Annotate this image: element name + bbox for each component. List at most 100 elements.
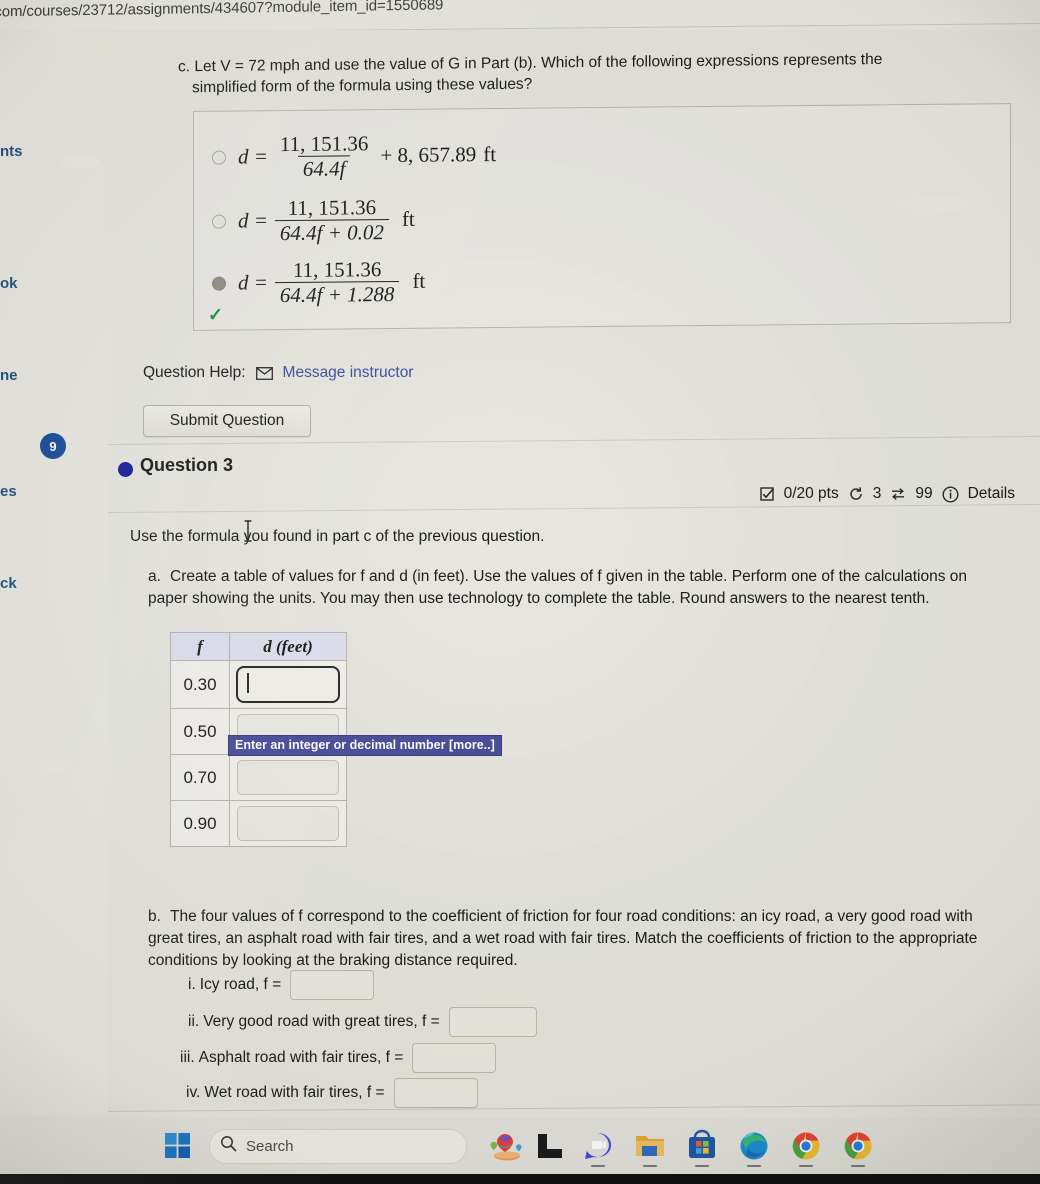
question-help-label: Question Help: — [143, 364, 246, 381]
start-icon[interactable] — [165, 1133, 191, 1159]
url-bar-divider — [0, 23, 1040, 30]
question-status-dot-icon — [118, 462, 133, 477]
info-icon[interactable] — [942, 485, 959, 503]
table-cell-d-3[interactable] — [229, 754, 347, 801]
option-2-denominator: 64.4f + 0.02 — [274, 219, 389, 245]
table-cell-f-2: 0.50 — [170, 708, 230, 755]
option-3-fraction: 11, 151.36 64.4f + 1.288 — [274, 257, 400, 307]
sub-item-iii: iii. Asphalt road with fair tires, f = — [180, 1043, 497, 1073]
submit-question-button[interactable]: Submit Question — [143, 405, 311, 437]
answer-option-1[interactable]: d = 11, 151.36 64.4f + 8, 657.89 ft — [212, 131, 496, 181]
correct-answer-check-icon: ✓ — [208, 304, 224, 325]
sub-item-i: i. Icy road, f = — [188, 970, 375, 1000]
table-cell-f-4: 0.90 — [170, 800, 230, 847]
sub-item-i-input[interactable] — [290, 970, 375, 1000]
table-header-d: d (feet) — [229, 632, 347, 661]
chrome-icon[interactable] — [789, 1129, 823, 1167]
question-3-retries: 99 — [915, 485, 933, 502]
option-1-suffix: + 8, 657.89 — [380, 142, 477, 168]
answer-option-3[interactable]: d = 11, 151.36 64.4f + 1.288 ft — [212, 257, 426, 307]
sub-item-iv: iv. Wet road with fair tires, f = — [186, 1078, 478, 1108]
weather-widget-icon[interactable] — [485, 1129, 522, 1163]
question-3-intro: Use the formula you found in part c of t… — [130, 528, 545, 545]
retries-swap-icon — [890, 486, 906, 502]
part-a-block: a. Create a table of values for f and d … — [148, 566, 988, 609]
course-sidebar: nts ok ne 9 es ck — [0, 30, 108, 1114]
edge-icon[interactable] — [737, 1129, 771, 1167]
question-3-meta: 0/20 pts 3 99 Details — [759, 485, 1015, 503]
microsoft-store-icon[interactable] — [685, 1129, 719, 1167]
url-text: e.com/courses/23712/assignments/434607?m… — [0, 0, 444, 21]
screen-photo: e.com/courses/23712/assignments/434607?m… — [0, 0, 1040, 1184]
option-3-numerator: 11, 151.36 — [292, 257, 382, 282]
sub-item-iii-input[interactable] — [412, 1043, 497, 1073]
option-1-unit: ft — [483, 142, 497, 167]
table-row: 0.90 — [170, 800, 347, 847]
option-2-fraction: 11, 151.36 64.4f + 0.02 — [274, 195, 389, 245]
app-l-icon[interactable] — [537, 1133, 563, 1159]
table-row: 0.70 — [170, 754, 347, 801]
option-3-unit: ft — [412, 268, 426, 294]
option-1-numerator: 11, 151.36 — [279, 131, 369, 157]
sidebar-item-grades[interactable]: es — [0, 483, 17, 500]
part-c-prompt-line1: Let V = 72 mph and use the value of G in… — [194, 50, 883, 76]
chrome-icon-2[interactable] — [841, 1129, 875, 1167]
sidebar-notification-badge[interactable]: 9 — [40, 433, 66, 459]
sidebar-item-book[interactable]: ok — [0, 275, 18, 292]
d-input-row-4[interactable] — [237, 806, 339, 841]
sub-item-iii-label: Asphalt road with fair tires, f = — [198, 1049, 404, 1066]
sub-item-ii-input[interactable] — [448, 1007, 537, 1037]
d-input-row-3[interactable] — [237, 760, 339, 795]
sidebar-item-feedback[interactable]: ck — [0, 575, 17, 592]
radio-button-option-1[interactable] — [212, 150, 226, 165]
text-caret — [247, 673, 249, 693]
file-explorer-icon[interactable] — [633, 1129, 667, 1167]
option-1-denominator: 64.4f — [297, 155, 351, 181]
score-checkbox-icon — [759, 486, 775, 502]
sub-item-ii-numeral: ii. — [188, 1013, 200, 1030]
section-divider-top — [108, 435, 1040, 446]
question-3-attempts: 3 — [872, 485, 882, 502]
sidebar-item-assignments[interactable]: nts — [0, 143, 23, 160]
attempts-refresh-icon — [848, 486, 864, 502]
screen-bezel — [0, 1174, 1040, 1184]
sub-item-i-label: Icy road, f = — [199, 976, 282, 993]
table-cell-d-1[interactable] — [229, 660, 347, 709]
part-b-letter: b. — [148, 908, 161, 925]
assignment-content: c. Let V = 72 mph and use the value of G… — [108, 30, 1040, 1114]
windows-taskbar: Search — [0, 1118, 1040, 1174]
part-a-letter: a. — [148, 568, 161, 585]
search-icon — [220, 1135, 237, 1157]
table-cell-f-3: 0.70 — [170, 754, 230, 801]
teams-icon[interactable] — [581, 1129, 615, 1167]
search-input[interactable]: Search — [209, 1128, 467, 1164]
option-3-denominator: 64.4f + 1.288 — [274, 281, 400, 307]
sidebar-item-online[interactable]: ne — [0, 367, 18, 384]
option-2-lhs: d = — [238, 208, 268, 233]
d-input-row-1[interactable] — [236, 666, 340, 703]
radio-button-option-2[interactable] — [212, 214, 226, 229]
question-3-title: Question 3 — [140, 455, 234, 475]
input-hint-tooltip: Enter an integer or decimal number [more… — [228, 735, 502, 756]
question-3-points: 0/20 pts — [783, 485, 839, 502]
previous-question-prompt: c. Let V = 72 mph and use the value of G… — [178, 48, 1008, 99]
sub-item-iv-label: Wet road with fair tires, f = — [204, 1084, 385, 1101]
option-1-fraction: 11, 151.36 64.4f — [275, 131, 373, 181]
question-3-details-link[interactable]: Details — [968, 485, 1015, 503]
option-3-expression: d = 11, 151.36 64.4f + 1.288 ft — [238, 257, 426, 307]
text-cursor-icon — [242, 520, 254, 542]
option-2-numerator: 11, 151.36 — [287, 195, 377, 221]
browser-url-bar[interactable]: e.com/courses/23712/assignments/434607?m… — [0, 0, 1040, 30]
radio-button-option-3[interactable] — [212, 276, 226, 291]
table-cell-f-1: 0.30 — [170, 660, 230, 709]
answer-option-2[interactable]: d = 11, 151.36 64.4f + 0.02 ft — [212, 195, 415, 245]
option-3-lhs: d = — [238, 270, 268, 295]
sub-item-ii-label: Very good road with great tires, f = — [203, 1013, 440, 1030]
option-1-expression: d = 11, 151.36 64.4f + 8, 657.89 ft — [238, 131, 496, 181]
sub-item-iv-input[interactable] — [393, 1078, 478, 1108]
message-instructor-link[interactable]: Message instructor — [283, 364, 414, 382]
section-divider-under-header — [108, 503, 1040, 514]
table-row: 0.30 — [170, 660, 347, 709]
table-cell-d-4[interactable] — [229, 800, 347, 847]
option-2-expression: d = 11, 151.36 64.4f + 0.02 ft — [238, 195, 415, 245]
